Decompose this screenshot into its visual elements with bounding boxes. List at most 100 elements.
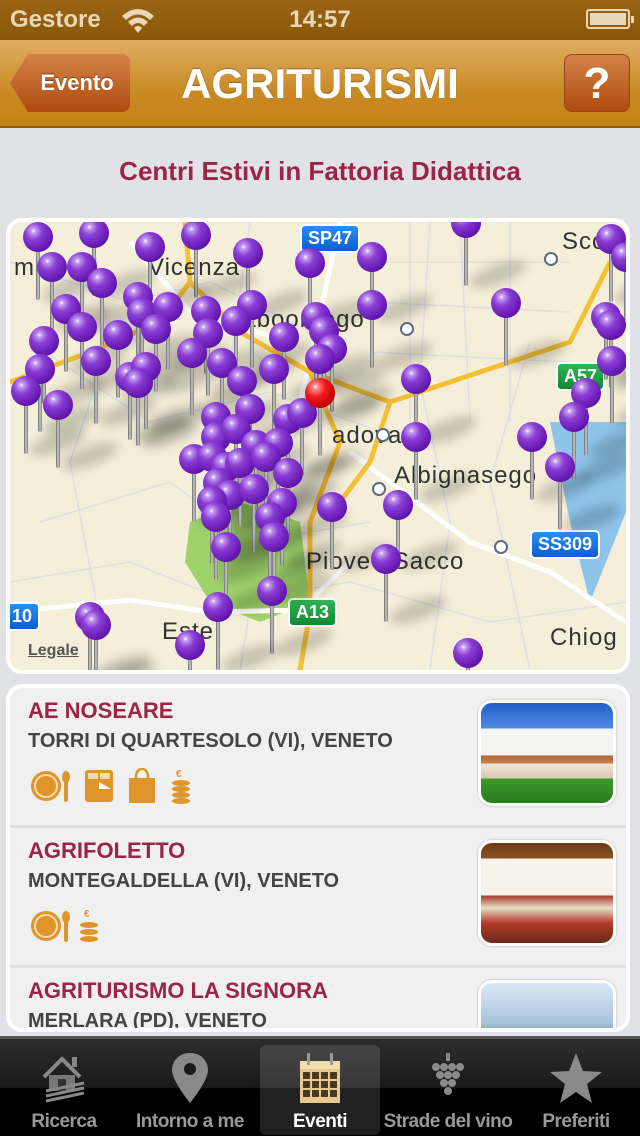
pin-head: [29, 326, 59, 356]
pin-stick: [318, 402, 322, 456]
pin-head: [257, 576, 287, 606]
pin-head: [11, 376, 41, 406]
pin-head: [67, 312, 97, 342]
map-pin[interactable]: [80, 610, 160, 670]
map-pin[interactable]: [356, 290, 436, 376]
city-dot: [400, 322, 414, 336]
tab-ricerca[interactable]: Ricerca: [4, 1045, 124, 1135]
pin-head: [357, 242, 387, 272]
pin-head: [211, 532, 241, 562]
pin-head: [273, 458, 303, 488]
list-item[interactable]: AGRIFOLETTO MONTEGALDELLA (VI), VENETO €: [10, 828, 626, 968]
pin-stick: [136, 392, 140, 446]
pin-head: [295, 248, 325, 278]
farmhouse-icon: [42, 1056, 85, 1103]
city-dot: [544, 252, 558, 266]
battery-icon: [586, 9, 634, 29]
location-pin-icon: [172, 1053, 208, 1103]
restaurant-icon: [30, 768, 70, 804]
star-icon: [550, 1053, 602, 1103]
map-pin[interactable]: [10, 376, 90, 462]
svg-text:€: €: [176, 769, 182, 780]
road-shield-partial: 10: [10, 602, 41, 631]
pin-head: [596, 310, 626, 340]
pin-stick: [464, 232, 468, 286]
lodging-icon: [84, 768, 114, 804]
pin-head: [239, 474, 269, 504]
pin-stick: [610, 370, 614, 424]
page-title: AGRITURISMI: [181, 60, 459, 107]
pin-head: [491, 288, 521, 318]
map-pin[interactable]: [202, 592, 282, 670]
map-pin[interactable]: [370, 544, 450, 630]
pin-head: [451, 222, 481, 238]
service-icons: €: [30, 908, 100, 944]
item-name: AGRITURISMO LA SIGNORA: [28, 978, 328, 1003]
pin-head: [175, 630, 205, 660]
pin-head: [81, 610, 111, 640]
pin-shadow: [626, 288, 630, 327]
navigation-bar: Evento AGRITURISMI ?: [0, 40, 640, 128]
pin-head: [305, 378, 335, 408]
map-pin[interactable]: [452, 638, 484, 670]
pin-head: [259, 354, 289, 384]
pin-head: [135, 232, 165, 262]
list-item[interactable]: AGRITURISMO LA SIGNORA MERLARA (PD), VEN…: [10, 968, 626, 1032]
map-pin[interactable]: [544, 452, 624, 538]
results-list[interactable]: AE NOSEARE TORRI DI QUARTESOLO (VI), VEN…: [6, 684, 630, 1032]
euro-coins-icon: €: [78, 908, 100, 944]
tab-label: Ricerca: [31, 1111, 97, 1132]
tab-preferiti[interactable]: Preferiti: [516, 1045, 636, 1135]
selected-map-pin[interactable]: [304, 378, 336, 458]
pin-head: [81, 346, 111, 376]
pin-head: [545, 452, 575, 482]
legal-link[interactable]: Legale: [28, 642, 79, 660]
item-name: AGRIFOLETTO: [28, 838, 186, 863]
calendar-icon: [300, 1053, 340, 1103]
map-view[interactable]: Vicenza m aaboorsego adova Albignasego P…: [6, 218, 630, 674]
map-pin[interactable]: [42, 390, 122, 476]
pin-stick: [330, 516, 334, 570]
svg-text:€: €: [84, 909, 90, 920]
pin-stick: [190, 362, 194, 416]
map-pin[interactable]: [80, 346, 160, 432]
item-location: TORRI DI QUARTESOLO (VI), VENETO: [28, 730, 393, 752]
pin-head: [517, 422, 547, 452]
pin-stick: [94, 634, 98, 670]
dining-room-photo: [478, 840, 616, 946]
pin-head: [181, 222, 211, 250]
item-name: AE NOSEARE: [28, 698, 174, 723]
map-pin[interactable]: [490, 288, 570, 374]
road-shield-a13: A13: [288, 598, 338, 627]
pin-stick: [504, 312, 508, 366]
pin-head: [401, 364, 431, 394]
farmhouse-photo: [478, 700, 616, 806]
pin-shadow: [612, 392, 626, 432]
pin-head: [43, 390, 73, 420]
item-location: MERLARA (PD), VENETO: [28, 1010, 267, 1032]
pin-head: [305, 344, 335, 374]
tab-strade-del-vino[interactable]: Strade del vino: [384, 1045, 513, 1135]
pin-head: [227, 366, 257, 396]
pin-head: [87, 268, 117, 298]
pin-head: [371, 544, 401, 574]
pin-head: [177, 338, 207, 368]
restaurant-icon: [30, 908, 70, 944]
pin-stick: [56, 414, 60, 468]
pin-head: [317, 492, 347, 522]
map-pin[interactable]: [174, 630, 206, 670]
pin-head: [559, 402, 589, 432]
tab-intorno-a-me[interactable]: Intorno a me: [130, 1045, 250, 1135]
pin-head: [597, 346, 626, 376]
map-pin[interactable]: [450, 222, 530, 294]
tab-eventi[interactable]: Eventi: [260, 1045, 380, 1135]
help-button[interactable]: ?: [564, 54, 630, 112]
pin-head: [269, 322, 299, 352]
map-pin[interactable]: [122, 368, 202, 454]
section-title: Centri Estivi in Fattoria Didattica: [119, 156, 521, 186]
shopping-bag-icon: [128, 767, 156, 804]
pin-head: [79, 222, 109, 248]
lake-photo: [478, 980, 616, 1028]
list-item[interactable]: AE NOSEARE TORRI DI QUARTESOLO (VI), VEN…: [10, 688, 626, 828]
clock: 14:57: [289, 6, 351, 33]
